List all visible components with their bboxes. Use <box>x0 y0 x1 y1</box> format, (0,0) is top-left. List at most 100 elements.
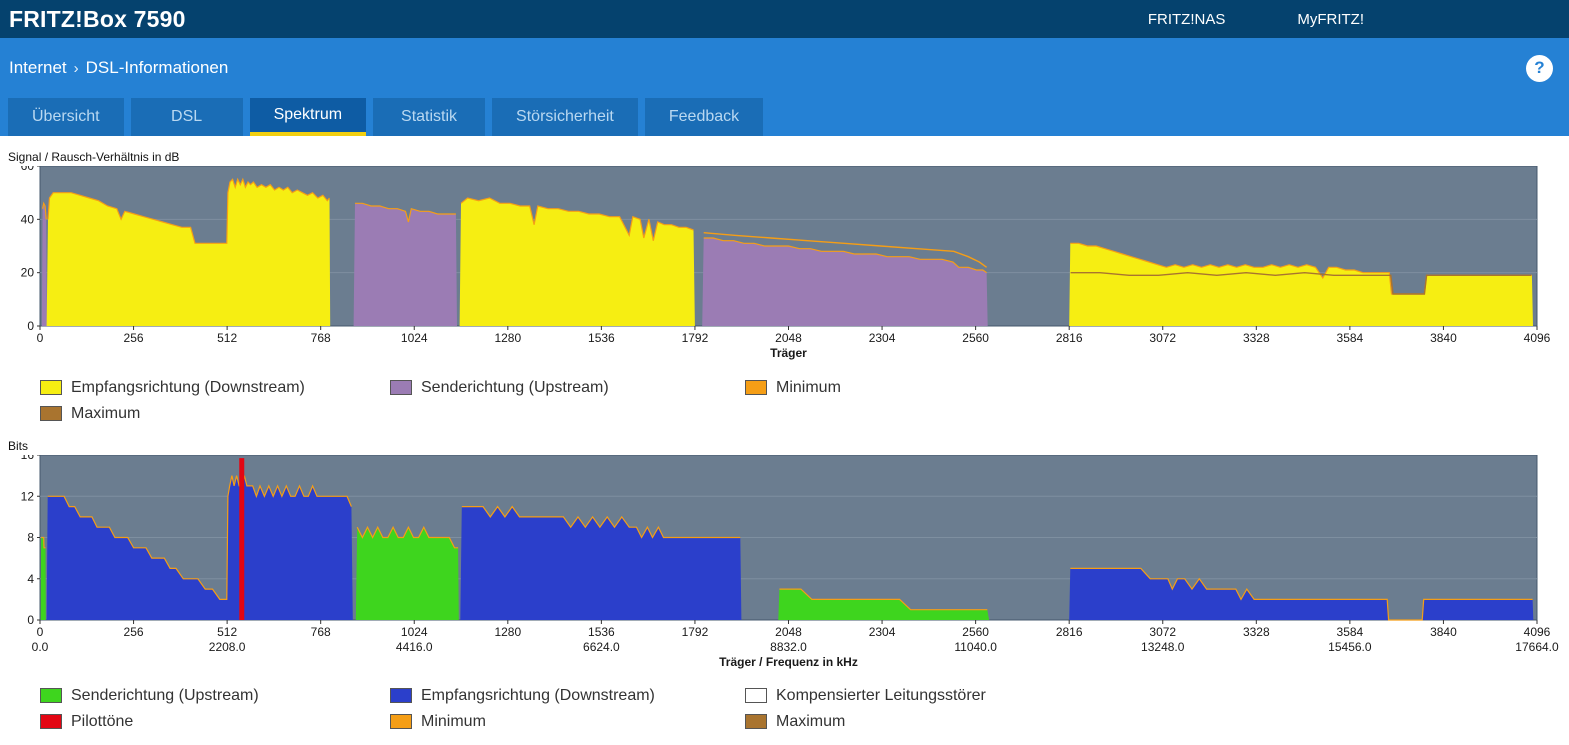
legend-label: Senderichtung (Upstream) <box>421 379 609 396</box>
breadcrumb-page: DSL-Informationen <box>85 58 229 77</box>
topbar: FRITZ!Box 7590 FRITZ!NAS MyFRITZ! <box>0 0 1569 38</box>
svg-text:2208.0: 2208.0 <box>209 640 246 654</box>
bits-chart-title: Bits <box>8 439 29 453</box>
tab-label: Spektrum <box>273 106 343 123</box>
svg-text:768: 768 <box>311 331 331 345</box>
bits-chart: 0 256 512 768 1024 1280 1536 1792 2048 2304 2560 28… <box>8 448 1569 676</box>
legend-swatch <box>745 688 767 703</box>
bits-spectrum-svg: 0 256 512 768 1024 1280 1536 1792 2048 2304 2560 28… <box>21 448 1559 669</box>
svg-text:2560: 2560 <box>962 331 989 345</box>
svg-text:0.0: 0.0 <box>32 640 49 654</box>
svg-text:12: 12 <box>21 489 35 503</box>
tab-label: Störsicherheit <box>516 108 614 125</box>
legend-swatch <box>40 688 62 703</box>
blue-header-area: Internet › DSL-Informationen ? Übersicht… <box>0 38 1569 136</box>
legend-swatch <box>390 380 412 395</box>
legend-swatch <box>745 380 767 395</box>
svg-text:Träger: Träger <box>770 346 807 360</box>
svg-text:15456.0: 15456.0 <box>1328 640 1372 654</box>
svg-text:2048: 2048 <box>775 331 802 345</box>
link-fritznas[interactable]: FRITZ!NAS <box>1148 11 1226 28</box>
legend-swatch <box>40 714 62 729</box>
svg-text:20: 20 <box>21 266 35 280</box>
svg-text:0: 0 <box>27 319 34 333</box>
tab-label: DSL <box>171 108 203 125</box>
svg-text:3072: 3072 <box>1149 625 1176 639</box>
legend-label: Kompensierter Leitungsstörer <box>776 687 986 704</box>
legend-label: Senderichtung (Upstream) <box>71 687 259 704</box>
legend-item: Empfangsrichtung (Downstream) <box>390 686 745 705</box>
svg-text:13248.0: 13248.0 <box>1141 640 1185 654</box>
svg-text:0: 0 <box>27 613 34 627</box>
legend-label: Pilottöne <box>71 713 134 730</box>
legend-item: Pilottöne <box>40 712 390 731</box>
snr-spectrum-svg: 0 256 512 768 1024 1280 1536 1792 2048 2304 2560 28… <box>21 159 1551 360</box>
svg-text:512: 512 <box>217 331 237 345</box>
breadcrumb-row: Internet › DSL-Informationen ? <box>0 38 1569 98</box>
legend-swatch <box>745 714 767 729</box>
link-myfritz[interactable]: MyFRITZ! <box>1297 11 1364 28</box>
tab-st-rsicherheit[interactable]: Störsicherheit <box>492 98 638 136</box>
snr-legend: Empfangsrichtung (Downstream) Senderichtu… <box>40 378 1569 423</box>
bits-legend: Senderichtung (Upstream) Empfangsrichtung… <box>40 686 1569 731</box>
legend-item: Kompensierter Leitungsstörer <box>745 686 1569 705</box>
svg-text:0: 0 <box>37 331 44 345</box>
snr-chart-title: Signal / Rausch-Verhältnis in dB <box>8 150 180 164</box>
content: Signal / Rausch-Verhältnis in dB 0 256 512… <box>0 136 1569 731</box>
tab--bersicht[interactable]: Übersicht <box>8 98 124 136</box>
svg-text:60: 60 <box>21 166 35 173</box>
tab-statistik[interactable]: Statistik <box>373 98 486 136</box>
legend-item: Empfangsrichtung (Downstream) <box>40 378 390 397</box>
top-nav: FRITZ!NAS MyFRITZ! <box>1148 11 1569 28</box>
legend-label: Empfangsrichtung (Downstream) <box>71 379 305 396</box>
svg-text:2816: 2816 <box>1056 331 1083 345</box>
tab-label: Übersicht <box>32 108 100 125</box>
legend-item: Senderichtung (Upstream) <box>390 378 745 397</box>
fritzbox-spektrum-page: FRITZ!Box 7590 FRITZ!NAS MyFRITZ! Intern… <box>0 0 1569 731</box>
legend-label: Empfangsrichtung (Downstream) <box>421 687 655 704</box>
svg-text:2560: 2560 <box>962 625 989 639</box>
svg-text:4096: 4096 <box>1524 625 1551 639</box>
legend-swatch <box>40 380 62 395</box>
legend-swatch <box>40 406 62 421</box>
legend-swatch <box>390 714 412 729</box>
svg-text:3840: 3840 <box>1430 625 1457 639</box>
svg-text:2048: 2048 <box>775 625 802 639</box>
svg-text:256: 256 <box>124 331 144 345</box>
tab-dsl[interactable]: DSL <box>130 98 243 136</box>
breadcrumb-separator-icon: › <box>73 59 79 77</box>
legend-label: Maximum <box>71 405 141 422</box>
svg-text:17664.0: 17664.0 <box>1515 640 1559 654</box>
svg-text:1536: 1536 <box>588 625 615 639</box>
legend-item: Maximum <box>745 712 1569 731</box>
svg-text:3840: 3840 <box>1430 331 1457 345</box>
tab-feedback[interactable]: Feedback <box>644 98 764 136</box>
svg-text:3584: 3584 <box>1337 625 1364 639</box>
tab-label: Statistik <box>401 108 458 125</box>
svg-text:2304: 2304 <box>869 331 896 345</box>
legend-swatch <box>390 688 412 703</box>
help-button[interactable]: ? <box>1526 54 1553 82</box>
svg-text:2304: 2304 <box>869 625 896 639</box>
tab-spektrum[interactable]: Spektrum <box>249 98 367 136</box>
legend-label: Maximum <box>776 713 846 730</box>
svg-text:2816: 2816 <box>1056 625 1083 639</box>
breadcrumb-section[interactable]: Internet <box>9 58 67 78</box>
svg-text:4416.0: 4416.0 <box>396 640 433 654</box>
tab-label: Feedback <box>668 108 740 125</box>
svg-text:1792: 1792 <box>682 331 709 345</box>
legend-item: Minimum <box>745 378 1569 397</box>
svg-text:512: 512 <box>217 625 237 639</box>
tab-bar: Übersicht DSL Spektrum Statistik Störsicherh… <box>0 98 1569 136</box>
legend-item: Senderichtung (Upstream) <box>40 686 390 705</box>
svg-text:16: 16 <box>21 455 35 462</box>
snr-chart: 0 256 512 768 1024 1280 1536 1792 2048 2304 2560 28… <box>8 159 1569 368</box>
legend-label: Minimum <box>776 379 841 396</box>
legend-item: Maximum <box>40 404 390 423</box>
svg-text:11040.0: 11040.0 <box>954 640 997 654</box>
svg-text:0: 0 <box>37 625 44 639</box>
svg-text:1280: 1280 <box>494 625 521 639</box>
svg-text:1024: 1024 <box>401 625 428 639</box>
svg-text:256: 256 <box>124 625 144 639</box>
svg-text:Träger / Frequenz in kHz: Träger / Frequenz in kHz <box>719 655 858 669</box>
